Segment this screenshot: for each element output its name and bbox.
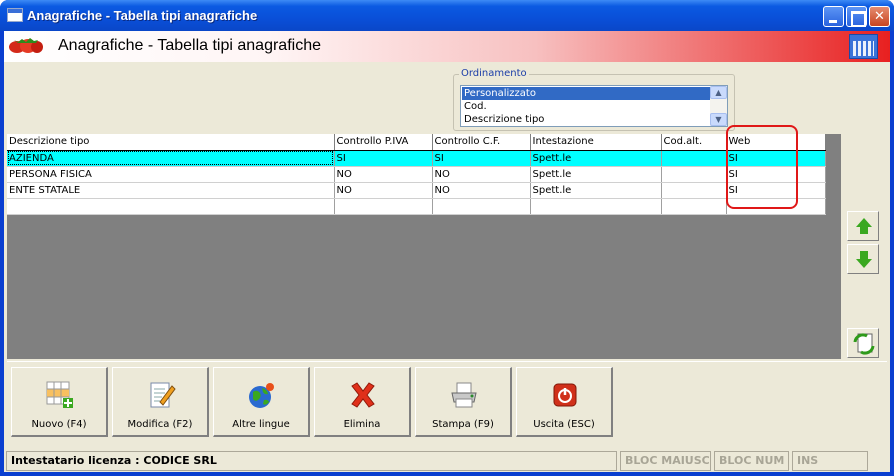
new-record-icon: [46, 381, 73, 408]
ordering-option[interactable]: Cod.: [462, 100, 710, 113]
insert-indicator: INS: [792, 451, 868, 471]
table-cell[interactable]: NO: [334, 166, 433, 183]
printer-icon: [451, 382, 477, 408]
scroll-down-icon[interactable]: ▼: [710, 113, 727, 126]
calendar-icon[interactable]: [849, 34, 878, 59]
ordering-listbox[interactable]: Personalizzato Cod. Descrizione tipo ▲ ▼: [460, 85, 728, 127]
scroll-up-icon[interactable]: ▲: [710, 86, 727, 99]
refresh-button[interactable]: [847, 328, 879, 358]
table-cell[interactable]: NO: [432, 182, 531, 199]
delete-button[interactable]: Elimina: [314, 367, 411, 437]
types-table: Descrizione tipo Controllo P.IVA Control…: [7, 134, 826, 215]
maximize-button[interactable]: [846, 6, 867, 27]
table-header-row: Descrizione tipo Controllo P.IVA Control…: [7, 134, 826, 151]
new-button[interactable]: Nuovo (F4): [11, 367, 108, 437]
table-cell[interactable]: [334, 198, 433, 215]
num-lock-indicator: BLOC NUM: [714, 451, 789, 471]
strawberries-icon: [9, 38, 43, 53]
column-header[interactable]: Controllo C.F.: [432, 134, 531, 151]
table-cell[interactable]: [432, 198, 531, 215]
table-cell[interactable]: Spett.le: [530, 182, 662, 199]
column-header[interactable]: Descrizione tipo: [7, 134, 335, 151]
table-cell[interactable]: AZIENDA: [7, 150, 335, 167]
print-button-label: Stampa (F9): [432, 419, 494, 430]
ordering-option[interactable]: Descrizione tipo: [462, 113, 710, 126]
table-cell[interactable]: [661, 182, 727, 199]
move-down-button[interactable]: [847, 244, 879, 274]
action-toolbar: Nuovo (F4) Modifica (F2) Altre lingue El…: [7, 361, 887, 439]
delete-x-icon: [351, 382, 375, 408]
ordering-option[interactable]: Personalizzato: [462, 87, 710, 100]
close-button[interactable]: ✕: [869, 6, 890, 27]
move-up-button[interactable]: [847, 211, 879, 241]
table-cell[interactable]: Spett.le: [530, 166, 662, 183]
languages-button[interactable]: Altre lingue: [213, 367, 310, 437]
languages-button-label: Altre lingue: [232, 419, 290, 430]
table-cell[interactable]: PERSONA FISICA: [7, 166, 335, 183]
edit-button-label: Modifica (F2): [127, 419, 193, 430]
table-cell[interactable]: Spett.le: [530, 150, 662, 167]
table-cell[interactable]: [530, 198, 662, 215]
print-button[interactable]: Stampa (F9): [415, 367, 512, 437]
page-title: Anagrafiche - Tabella tipi anagrafiche: [58, 37, 321, 54]
ordering-group: Ordinamento Personalizzato Cod. Descrizi…: [453, 68, 735, 131]
table-cell[interactable]: [661, 198, 727, 215]
refresh-icon: [853, 333, 875, 355]
column-header[interactable]: Controllo P.IVA: [334, 134, 433, 151]
table-row[interactable]: [7, 198, 826, 215]
table-cell[interactable]: [661, 150, 727, 167]
table-cell[interactable]: [661, 166, 727, 183]
exit-button-label: Uscita (ESC): [533, 419, 595, 430]
minimize-button[interactable]: [823, 6, 844, 27]
arrow-down-icon: [856, 259, 872, 268]
table-row[interactable]: PERSONA FISICA NO NO Spett.le SI: [7, 166, 826, 183]
table-cell[interactable]: NO: [334, 182, 433, 199]
app-window: Anagrafiche - Tabella tipi anagrafiche ✕…: [0, 0, 894, 476]
table-row[interactable]: AZIENDA SI SI Spett.le SI: [7, 150, 826, 167]
ordering-scrollbar[interactable]: ▲ ▼: [710, 86, 727, 126]
grid-area: Descrizione tipo Controllo P.IVA Control…: [7, 125, 841, 359]
table-cell[interactable]: NO: [432, 166, 531, 183]
column-header[interactable]: Intestazione: [530, 134, 662, 151]
table-cell[interactable]: ENTE STATALE: [7, 182, 335, 199]
globe-icon: [249, 383, 274, 408]
client-area: Anagrafiche - Tabella tipi anagrafiche O…: [4, 31, 890, 472]
status-bar: Intestatario licenza : CODICE SRL BLOC M…: [4, 449, 890, 472]
window-icon: [7, 8, 23, 22]
delete-button-label: Elimina: [343, 419, 381, 430]
table-cell[interactable]: SI: [432, 150, 531, 167]
column-header[interactable]: Cod.alt.: [661, 134, 727, 151]
power-icon: [553, 383, 577, 407]
edit-document-icon: [150, 382, 176, 408]
ordering-legend: Ordinamento: [459, 68, 529, 79]
table-row[interactable]: ENTE STATALE NO NO Spett.le SI: [7, 182, 826, 199]
edit-button[interactable]: Modifica (F2): [112, 367, 209, 437]
web-column-highlight: [726, 125, 798, 209]
title-bar[interactable]: Anagrafiche - Tabella tipi anagrafiche ✕: [0, 0, 894, 31]
window-title: Anagrafiche - Tabella tipi anagrafiche: [27, 8, 258, 23]
table-cell[interactable]: [7, 198, 335, 215]
license-status: Intestatario licenza : CODICE SRL: [6, 451, 617, 471]
caps-lock-indicator: BLOC MAIUSC: [620, 451, 711, 471]
new-button-label: Nuovo (F4): [31, 419, 87, 430]
table-cell[interactable]: SI: [334, 150, 433, 167]
page-header: Anagrafiche - Tabella tipi anagrafiche: [4, 31, 890, 62]
exit-button[interactable]: Uscita (ESC): [516, 367, 613, 437]
